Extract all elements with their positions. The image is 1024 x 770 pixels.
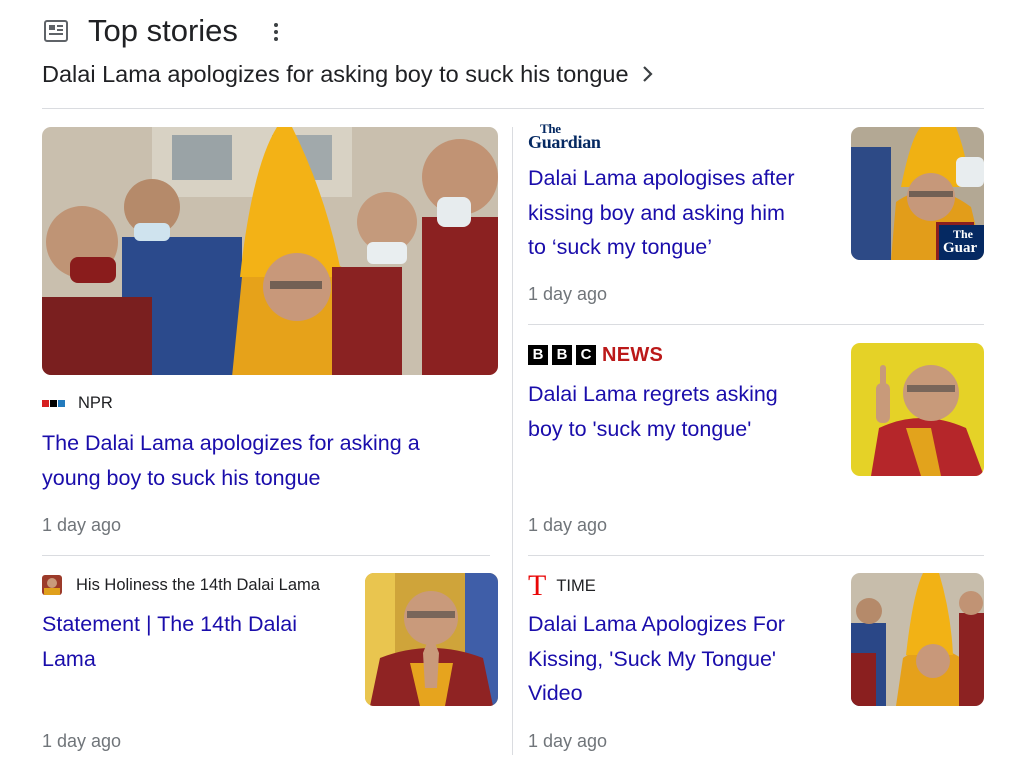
story-image-bbc[interactable] xyxy=(851,343,984,476)
row-divider xyxy=(528,324,984,325)
source-name: His Holiness the 14th Dalai Lama xyxy=(76,575,320,594)
headline-bbc[interactable]: Dalai Lama regrets asking boy to 'suck m… xyxy=(528,377,838,446)
headline-time[interactable]: Dalai Lama Apologizes For Kissing, 'Suck… xyxy=(528,607,838,711)
source-name: NPR xyxy=(78,394,113,412)
timestamp: 1 day ago xyxy=(42,515,122,535)
bbc-letter: B xyxy=(552,345,572,365)
timestamp: 1 day ago xyxy=(528,284,608,304)
chevron-right-icon xyxy=(642,66,653,82)
topic-link[interactable]: Dalai Lama apologizes for asking boy to … xyxy=(42,58,655,90)
dalai-lama-praying-photo xyxy=(365,573,498,706)
more-vert-icon[interactable] xyxy=(268,20,284,44)
guardian-thumb-badge: The Guar xyxy=(943,227,978,256)
headline-npr[interactable]: The Dalai Lama apologizes for asking a y… xyxy=(42,426,492,495)
headline-line: kissing boy and asking him xyxy=(528,200,785,225)
row-divider xyxy=(42,555,490,556)
source-favicon xyxy=(42,575,62,595)
row-divider xyxy=(528,555,984,556)
source-guardian: The Guardian xyxy=(528,120,601,152)
time-logo: T xyxy=(528,569,547,602)
source-npr: NPR xyxy=(42,394,113,413)
headline-line: Statement | The 14th Dalai xyxy=(42,612,297,636)
headline-line: Video xyxy=(528,681,583,705)
top-stories-header: Top stories xyxy=(42,10,982,52)
headline-line: boy to 'suck my tongue' xyxy=(528,416,752,441)
source-time: T TIME xyxy=(528,569,596,602)
headline-dalailama[interactable]: Statement | The 14th Dalai Lama xyxy=(42,607,342,676)
headline-line: Kissing, 'Suck My Tongue' xyxy=(528,646,777,671)
bbc-news-word: NEWS xyxy=(602,343,664,366)
headline-line: Dalai Lama regrets asking xyxy=(528,382,778,406)
timestamp: 1 day ago xyxy=(42,731,122,751)
story-image-guardian[interactable]: The Guar xyxy=(851,127,984,260)
story-image-time[interactable] xyxy=(851,573,984,706)
headline-guardian[interactable]: Dalai Lama apologises after kissing boy … xyxy=(528,161,838,265)
npr-logo-icon xyxy=(42,400,66,407)
story-image-dalailama[interactable] xyxy=(365,573,498,706)
monks-crowd-photo xyxy=(851,573,984,706)
headline-line: to ‘suck my tongue’ xyxy=(528,235,713,259)
bbc-letter: B xyxy=(528,345,548,365)
timestamp: 1 day ago xyxy=(528,515,608,535)
headline-line: young boy to suck his tongue xyxy=(42,465,321,490)
headline-line: Dalai Lama apologises after xyxy=(528,166,795,190)
headline-line: The Dalai Lama apologizes for asking a xyxy=(42,431,420,455)
dalai-lama-pointing-photo xyxy=(851,343,984,476)
headline-line: Dalai Lama Apologizes For xyxy=(528,612,785,636)
guardian-logo: The Guardian xyxy=(528,120,601,152)
monks-crowd-photo xyxy=(42,127,498,375)
topic-text: Dalai Lama apologizes for asking boy to … xyxy=(42,60,629,87)
bbc-letter: C xyxy=(576,345,596,365)
source-name: TIME xyxy=(556,576,596,595)
newspaper-icon xyxy=(44,20,68,42)
story-image-npr[interactable] xyxy=(42,127,498,375)
timestamp: 1 day ago xyxy=(528,731,608,751)
header-divider xyxy=(42,108,984,109)
column-divider xyxy=(512,127,513,755)
source-bbc: B B C NEWS xyxy=(528,344,663,366)
source-dalailama: His Holiness the 14th Dalai Lama xyxy=(42,575,320,595)
headline-line: Lama xyxy=(42,646,96,671)
section-title: Top stories xyxy=(88,13,238,48)
